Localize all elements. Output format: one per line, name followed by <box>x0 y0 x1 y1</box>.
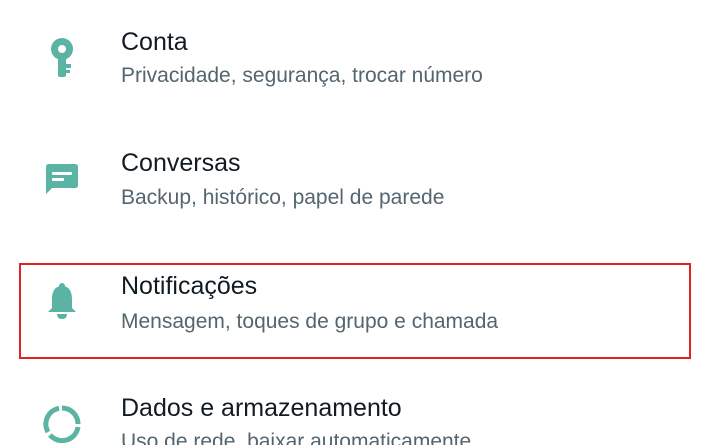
settings-item-conversas[interactable]: Conversas Backup, histórico, papel de pa… <box>0 122 720 244</box>
settings-item-subtitle: Privacidade, segurança, trocar número <box>121 64 483 87</box>
settings-item-subtitle: Uso de rede, baixar automaticamente <box>121 430 472 445</box>
settings-item-conta[interactable]: Conta Privacidade, segurança, trocar núm… <box>0 0 720 122</box>
chat-icon <box>40 157 84 201</box>
bell-icon <box>40 279 84 323</box>
settings-item-title: Conta <box>121 28 188 56</box>
settings-item-notificacoes[interactable]: Notificações Mensagem, toques de grupo e… <box>0 244 720 366</box>
data-usage-icon <box>40 402 84 445</box>
settings-item-title: Conversas <box>121 149 241 177</box>
settings-item-subtitle: Mensagem, toques de grupo e chamada <box>121 310 499 333</box>
settings-item-dados[interactable]: Dados e armazenamento Uso de rede, baixa… <box>0 366 720 445</box>
settings-list: Conta Privacidade, segurança, trocar núm… <box>0 0 720 445</box>
key-icon <box>40 37 84 81</box>
settings-item-subtitle: Backup, histórico, papel de parede <box>121 186 445 209</box>
settings-item-title: Dados e armazenamento <box>121 394 402 422</box>
settings-item-title: Notificações <box>121 272 258 300</box>
